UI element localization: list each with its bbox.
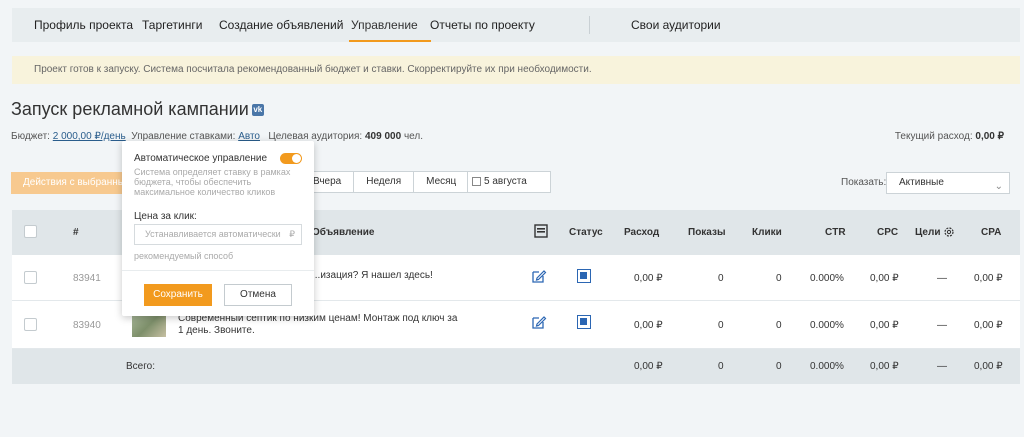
- cancel-button[interactable]: Отмена: [224, 284, 292, 306]
- popup-description: Система определяет ставку в рамках бюдже…: [134, 167, 291, 197]
- active-tab-indicator: [349, 40, 431, 42]
- total-goals: —: [937, 361, 947, 372]
- rate-management-popup: Автоматическое управление Система опреде…: [122, 141, 314, 316]
- row-spend: 0,00 ₽: [634, 273, 663, 284]
- col-shows[interactable]: Показы: [688, 210, 726, 255]
- row-clicks: 0: [776, 320, 782, 331]
- price-per-click-label: Цена за клик:: [134, 211, 197, 222]
- total-clicks: 0: [776, 361, 782, 372]
- page-title-text: Запуск рекламной кампании: [11, 99, 249, 119]
- filter-value: Активные: [899, 177, 944, 188]
- date-picker[interactable]: 5 августа: [467, 171, 551, 193]
- budget-label: Бюджет:: [11, 131, 50, 142]
- col-cpa[interactable]: CPA: [981, 210, 1001, 255]
- auto-management-toggle[interactable]: [280, 153, 302, 164]
- tab-project-profile[interactable]: Профиль проекта: [34, 8, 133, 42]
- audience-unit: чел.: [403, 131, 423, 142]
- row-checkbox[interactable]: [24, 271, 37, 284]
- price-placeholder: Устанавливается автоматически: [145, 229, 281, 239]
- total-cpa: 0,00 ₽: [974, 361, 1003, 372]
- ad-text[interactable]: Современный септик по низким ценам! Монт…: [178, 313, 463, 337]
- tab-create-ads[interactable]: Создание объявлений: [219, 8, 343, 42]
- ad-text[interactable]: ...изация? Я нашел здесь!: [312, 270, 433, 282]
- row-cpc: 0,00 ₽: [870, 273, 899, 284]
- filter-select[interactable]: Активные ⌄: [886, 172, 1010, 194]
- tab-management[interactable]: Управление: [351, 8, 418, 42]
- row-ctr: 0.000%: [810, 320, 844, 331]
- popup-title: Автоматическое управление: [134, 153, 268, 164]
- select-all-checkbox[interactable]: [24, 225, 37, 238]
- col-cpc[interactable]: CPC: [877, 210, 898, 255]
- col-spend[interactable]: Расход: [624, 210, 659, 255]
- row-clicks: 0: [776, 273, 782, 284]
- row-goals: —: [937, 273, 947, 284]
- top-nav: Профиль проекта Таргетинги Создание объя…: [12, 8, 1020, 42]
- price-per-click-input[interactable]: Устанавливается автоматически ₽: [134, 224, 302, 245]
- row-goals: —: [937, 320, 947, 331]
- tab-separator: [589, 16, 590, 34]
- total-spend: 0,00 ₽: [634, 361, 663, 372]
- status-active-icon[interactable]: [577, 269, 591, 283]
- edit-icon[interactable]: [531, 314, 547, 330]
- vk-icon: vk: [251, 104, 264, 116]
- edit-icon[interactable]: [531, 268, 547, 284]
- gear-icon[interactable]: [943, 226, 955, 238]
- current-spend: Текущий расход: 0,00 ₽: [895, 131, 1004, 142]
- preview-icon[interactable]: [534, 224, 548, 238]
- tab-targeting[interactable]: Таргетинги: [142, 8, 202, 42]
- status-active-icon[interactable]: [577, 315, 591, 329]
- page-title: Запуск рекламной кампании vk: [11, 99, 264, 120]
- total-ctr: 0.000%: [810, 361, 844, 372]
- row-shows: 0: [718, 320, 724, 331]
- row-id: 83941: [73, 273, 101, 284]
- row-id: 83940: [73, 320, 101, 331]
- budget-link[interactable]: 2 000,00 ₽/день: [53, 131, 126, 142]
- date-value: 5 августа: [484, 176, 527, 187]
- calendar-icon: [472, 177, 481, 186]
- row-cpa: 0,00 ₽: [974, 273, 1003, 284]
- col-ctr[interactable]: CTR: [825, 210, 846, 255]
- col-ad[interactable]: Объявление: [312, 210, 375, 255]
- period-week[interactable]: Неделя: [354, 172, 415, 192]
- ad-thumbnail[interactable]: [132, 313, 166, 337]
- currency-symbol: ₽: [289, 229, 295, 239]
- period-month[interactable]: Месяц: [414, 172, 468, 192]
- popup-divider: [122, 270, 314, 271]
- col-status[interactable]: Статус: [569, 210, 603, 255]
- notice-banner: Проект готов к запуску. Система посчитал…: [12, 56, 1020, 84]
- spend-value: 0,00 ₽: [975, 131, 1004, 142]
- row-shows: 0: [718, 273, 724, 284]
- row-ctr: 0.000%: [810, 273, 844, 284]
- save-button[interactable]: Сохранить: [144, 284, 212, 306]
- tab-own-audiences[interactable]: Свои аудитории: [631, 8, 721, 42]
- col-number: #: [73, 227, 79, 238]
- total-cpc: 0,00 ₽: [870, 361, 899, 372]
- table-total-row: Всего: 0,00 ₽ 0 0 0.000% 0,00 ₽ — 0,00 ₽: [12, 349, 1020, 384]
- popup-hint: рекомендуемый способ: [134, 251, 234, 261]
- row-spend: 0,00 ₽: [634, 320, 663, 331]
- tab-project-reports[interactable]: Отчеты по проекту: [430, 8, 535, 42]
- total-label: Всего:: [126, 361, 155, 372]
- col-goals[interactable]: Цели: [915, 210, 941, 255]
- period-selector: Вчера Неделя Месяц: [300, 171, 470, 193]
- row-checkbox[interactable]: [24, 318, 37, 331]
- row-cpc: 0,00 ₽: [870, 320, 899, 331]
- col-clicks[interactable]: Клики: [752, 210, 782, 255]
- row-cpa: 0,00 ₽: [974, 320, 1003, 331]
- chevron-down-icon: ⌄: [994, 181, 1003, 192]
- spend-label: Текущий расход:: [894, 131, 973, 142]
- audience-value: 409 000: [365, 131, 402, 142]
- filter-label: Показать:: [841, 177, 887, 188]
- total-shows: 0: [718, 361, 724, 372]
